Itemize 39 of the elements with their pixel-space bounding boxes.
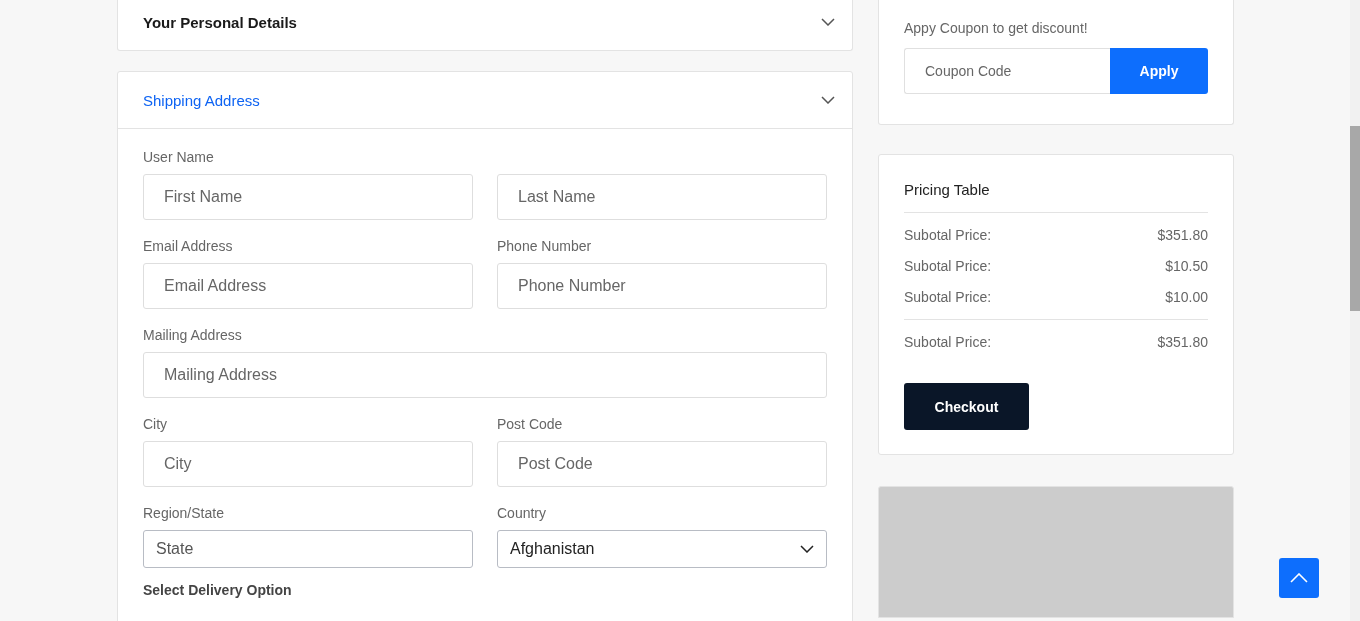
- price-label: Subotal Price:: [904, 258, 992, 274]
- price-label: Subotal Price:: [904, 334, 992, 350]
- text-field[interactable]: Phone Number: [497, 263, 827, 309]
- back-to-top-button[interactable]: [1279, 558, 1319, 598]
- coupon-text: Appy Coupon to get discount!: [904, 20, 1089, 36]
- text-field[interactable]: State: [143, 530, 473, 568]
- chevron-down-icon: [800, 545, 814, 553]
- text-field[interactable]: Email Address: [143, 263, 473, 309]
- price-label: Subotal Price:: [904, 227, 992, 243]
- pricing-title: Pricing Table: [904, 181, 991, 200]
- coupon-field[interactable]: Coupon Code: [904, 48, 1110, 94]
- apply-button[interactable]: Apply: [1110, 48, 1208, 94]
- country-dropdown[interactable]: Afghanistan: [497, 530, 827, 568]
- field-label: Email Address: [143, 238, 234, 255]
- text-field[interactable]: First Name: [143, 174, 473, 220]
- checkout-button[interactable]: Checkout: [904, 383, 1029, 430]
- field-label: Mailing Address: [143, 327, 243, 344]
- field-label: City: [143, 416, 169, 433]
- field-label: Region/State: [143, 505, 225, 522]
- chevron-down-icon: [821, 96, 835, 104]
- section-subheading: Select Delivery Option: [143, 582, 293, 598]
- chevron-down-icon: [821, 18, 835, 26]
- price-value: $10.00: [1165, 289, 1208, 305]
- price-value: $351.80: [1157, 227, 1208, 243]
- text-field[interactable]: City: [143, 441, 473, 487]
- field-label: Post Code: [497, 416, 564, 433]
- field-label: User Name: [143, 149, 215, 166]
- price-value: $351.80: [1157, 334, 1208, 350]
- price-value: $10.50: [1165, 258, 1208, 274]
- text-field[interactable]: Post Code: [497, 441, 827, 487]
- accordion-header[interactable]: Your Personal Details: [118, 0, 852, 50]
- field-label: Phone Number: [497, 238, 593, 255]
- accordion-header[interactable]: Shipping Address: [118, 72, 852, 128]
- field-label: Country: [497, 505, 548, 522]
- price-label: Subotal Price:: [904, 289, 992, 305]
- text-field[interactable]: Mailing Address: [143, 352, 827, 398]
- text-field[interactable]: Last Name: [497, 174, 827, 220]
- scrollbar[interactable]: [1350, 0, 1360, 621]
- chevron-up-icon: [1290, 573, 1308, 583]
